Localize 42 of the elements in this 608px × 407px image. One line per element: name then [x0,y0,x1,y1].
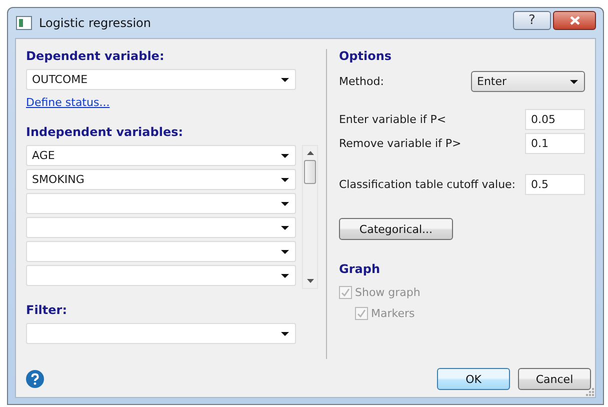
scroll-up-icon[interactable] [306,151,314,155]
scroll-down-icon[interactable] [306,279,314,283]
dropdown[interactable]: OUTCOME [26,69,296,90]
define-status-link[interactable]: Define status... [26,96,110,111]
section-heading: Filter: [26,303,68,319]
input-field[interactable]: 0.05 [525,109,585,130]
categorical-button[interactable]: Categorical... [338,218,453,240]
input-field[interactable]: 0.5 [525,174,585,195]
field-label: Enter variable if P< [338,113,446,126]
dropdown-arrow-icon[interactable] [281,154,289,158]
dropdown-arrow-icon[interactable] [281,250,289,254]
field-label: Remove variable if P> [338,137,462,150]
dropdown-arrow-icon[interactable] [281,226,289,230]
ok-button[interactable]: OK [437,368,510,390]
cancel-button[interactable]: Cancel [518,368,591,390]
dropdown-arrow-icon[interactable] [570,80,578,84]
checkbox-label: Markers [370,307,415,320]
field-label: Classification table cutoff value: [338,178,516,191]
method-dropdown[interactable]: Enter [471,71,585,92]
window-app-icon [16,16,32,30]
dropdown-arrow-icon[interactable] [281,202,289,206]
window-title: Logistic regression [39,16,151,30]
scroll-thumb[interactable] [304,160,316,184]
method-label: Method: [338,75,384,88]
dropdown-arrow-icon[interactable] [281,178,289,182]
close-button[interactable] [553,10,596,30]
help-icon[interactable] [26,370,44,388]
dropdown-arrow-icon[interactable] [281,78,289,82]
scrollbar[interactable] [302,145,318,289]
input-field[interactable]: 0.1 [525,133,585,154]
checkbox-label: Show graph [354,286,420,299]
section-heading: Graph [338,262,381,278]
close-icon [570,16,580,24]
dropdown-arrow-icon[interactable] [281,274,289,278]
dropdown[interactable]: AGE [26,145,296,166]
help-button[interactable]: ? [513,10,551,30]
section-heading: Options [338,49,393,65]
section-heading: Independent variables: [26,125,184,141]
resize-grip-icon[interactable] [586,388,594,396]
dropdown-arrow-icon[interactable] [281,332,289,336]
dropdown[interactable]: SMOKING [26,169,296,190]
section-heading: Dependent variable: [26,49,166,65]
